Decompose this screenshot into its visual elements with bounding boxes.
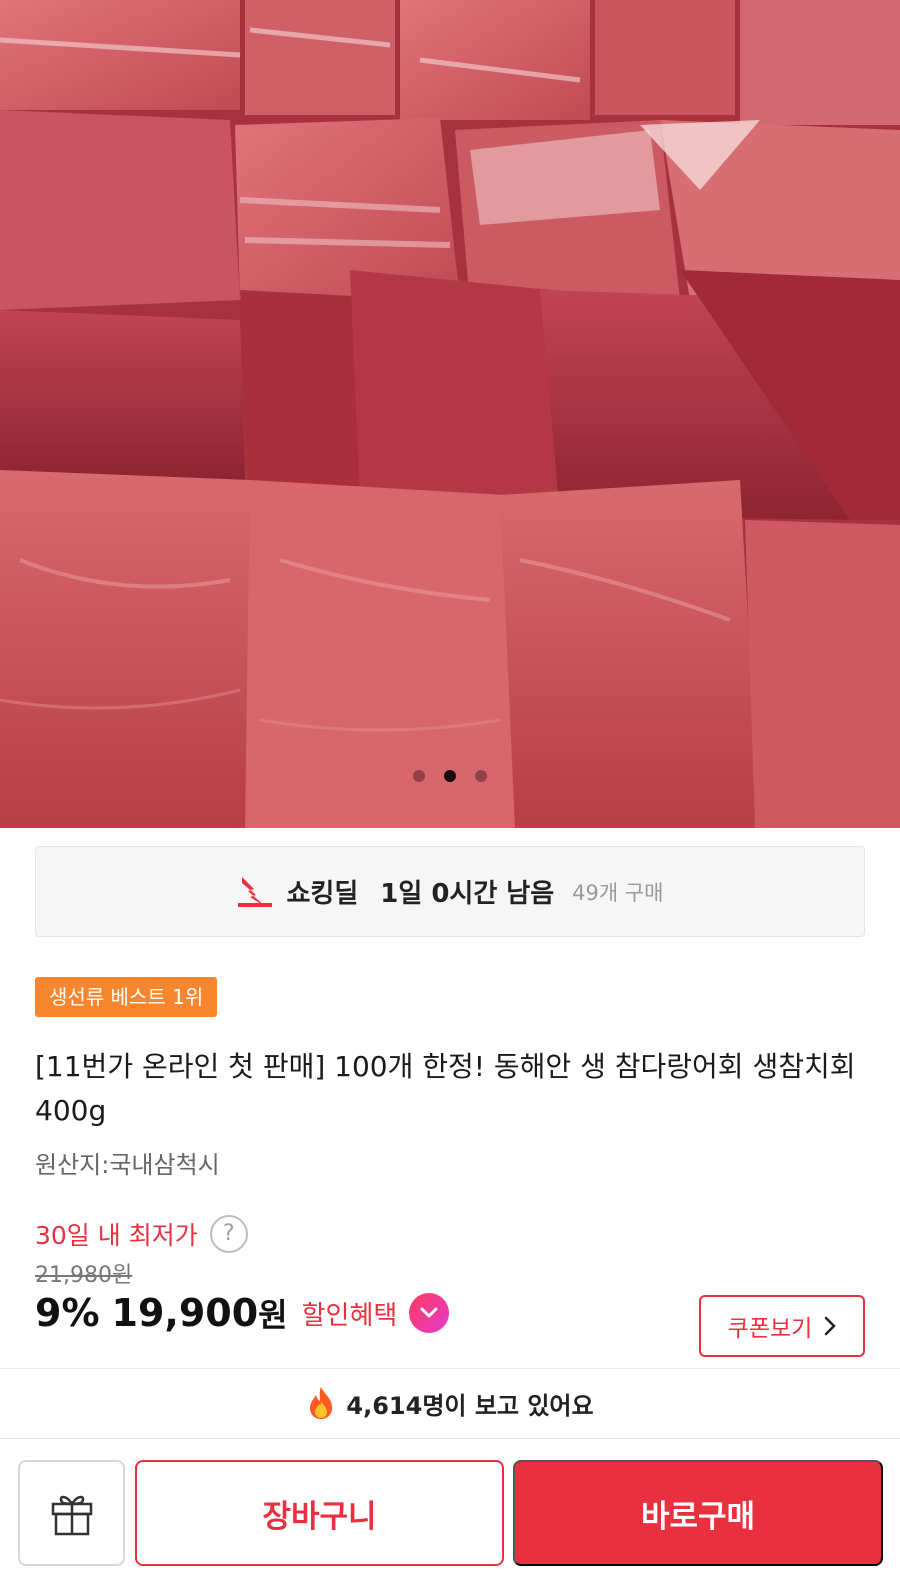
tuna-sashimi-photo <box>0 0 900 828</box>
coupon-view-button[interactable]: 쿠폰보기 <box>699 1295 865 1357</box>
product-image[interactable] <box>0 0 900 828</box>
coupon-button-label: 쿠폰보기 <box>727 1316 813 1342</box>
gift-icon <box>51 1495 92 1536</box>
sale-price: 19,900 <box>111 1291 259 1335</box>
deal-time-left: 1일 0시간 남음 <box>380 879 555 909</box>
buy-now-button[interactable]: 바로구매 <box>513 1460 883 1566</box>
viewer-count-row: 4,614명이 보고 있어요 <box>0 1370 900 1436</box>
currency-unit: 원 <box>258 1296 288 1334</box>
deal-purchase-count: 49개 구매 <box>572 880 664 905</box>
chevron-right-icon <box>825 1316 837 1336</box>
gift-button[interactable] <box>18 1460 125 1566</box>
lowest-price-label: 30일 내 최저가 <box>35 1221 198 1250</box>
add-to-cart-button[interactable]: 장바구니 <box>135 1460 504 1566</box>
chevron-down-icon[interactable] <box>409 1293 450 1333</box>
shocking-deal-icon <box>238 876 273 907</box>
lowest-price-row: 30일 내 최저가 ? <box>35 1215 248 1253</box>
help-icon[interactable]: ? <box>209 1215 248 1253</box>
carousel-dot[interactable] <box>475 770 487 782</box>
best-seller-badge: 생선류 베스트 1위 <box>35 977 218 1017</box>
viewer-count-text: 4,614명이 보고 있어요 <box>346 1391 594 1420</box>
discount-benefit-link[interactable]: 할인혜택 <box>302 1295 398 1332</box>
carousel-dot-active[interactable] <box>444 770 456 782</box>
discount-rate: 9% <box>35 1291 100 1335</box>
deal-label: 쇼킹딜 <box>286 879 359 909</box>
divider <box>0 1368 900 1369</box>
carousel-dot[interactable] <box>413 770 425 782</box>
product-origin: 원산지:국내삼척시 <box>35 1151 220 1179</box>
shocking-deal-bar: 쇼킹딜 1일 0시간 남음 49개 구매 <box>35 846 865 937</box>
divider <box>0 1438 900 1439</box>
fire-icon <box>310 1387 333 1419</box>
carousel-indicator <box>0 770 900 782</box>
price-row: 9% 19,900 원 할인혜택 <box>35 1290 450 1336</box>
product-title: [11번가 온라인 첫 판매] 100개 한정! 동해안 생 참다랑어회 생참치… <box>35 1050 856 1127</box>
original-price: 21,980원 <box>35 1263 133 1288</box>
